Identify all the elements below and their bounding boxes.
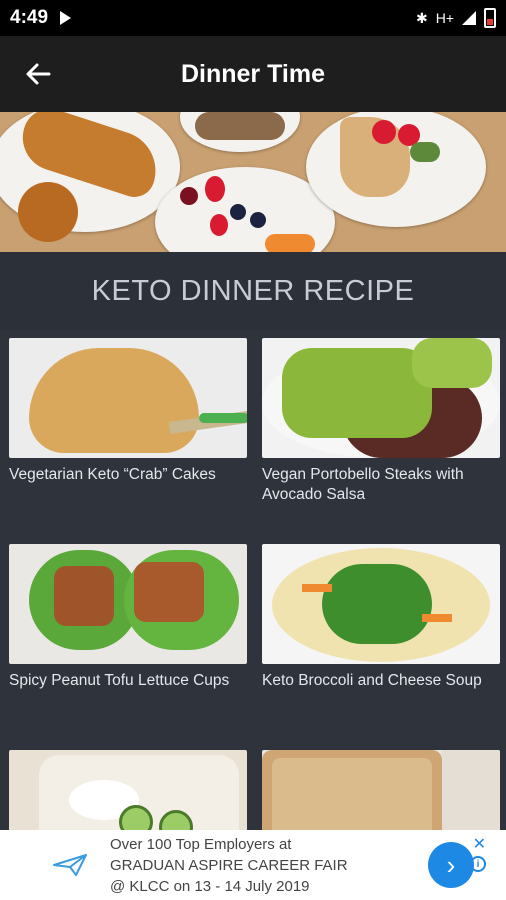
ad-close-button[interactable]: ✕: [473, 834, 486, 854]
recipe-title: Vegan Portobello Steaks with Avocado Sal…: [262, 466, 464, 503]
hero-image: [0, 112, 506, 252]
recipe-image: [262, 750, 500, 830]
ad-line-3: @ KLCC on 13 - 14 July 2019: [110, 877, 310, 895]
network-type: H+: [435, 10, 454, 26]
recipe-title: Vegetarian Keto “Crab” Cakes: [9, 466, 216, 483]
section-title: KETO DINNER RECIPE: [0, 252, 506, 330]
ad-info-icon[interactable]: i: [470, 856, 486, 872]
status-bar: 4:49 ✱ H+: [0, 0, 506, 36]
back-button[interactable]: [0, 36, 76, 112]
recipe-image: [9, 544, 247, 664]
bluetooth-icon: ✱: [415, 9, 428, 26]
ad-content[interactable]: Over 100 Top Employers at GRADUAN ASPIRE…: [30, 830, 480, 900]
recipe-image: [262, 544, 500, 664]
recipe-image: [9, 750, 247, 830]
ad-go-button[interactable]: ›: [428, 842, 474, 888]
status-icons: ✱ H+: [416, 8, 496, 28]
recipe-image: [9, 338, 247, 458]
play-icon: [60, 11, 72, 25]
recipe-image: [262, 338, 500, 458]
recipe-grid[interactable]: Vegetarian Keto “Crab” Cakes Vegan Porto…: [0, 330, 506, 830]
chevron-right-icon: ›: [446, 849, 456, 880]
signal-icon: [462, 11, 476, 25]
ad-text: Over 100 Top Employers at GRADUAN ASPIRE…: [110, 834, 428, 897]
recipe-card[interactable]: [9, 750, 247, 830]
recipe-title: Keto Broccoli and Cheese Soup: [262, 672, 482, 689]
app-bar: Dinner Time: [0, 36, 506, 112]
recipe-card[interactable]: Spicy Peanut Tofu Lettuce Cups: [9, 544, 247, 691]
recipe-card[interactable]: [262, 750, 500, 830]
ad-line-2: GRADUAN ASPIRE CAREER FAIR: [110, 856, 348, 874]
ad-line-1: Over 100 Top Employers at: [110, 835, 292, 853]
battery-icon: [484, 8, 496, 28]
recipe-card[interactable]: Keto Broccoli and Cheese Soup: [262, 544, 500, 691]
paper-plane-icon: [30, 853, 110, 877]
recipe-card[interactable]: Vegan Portobello Steaks with Avocado Sal…: [262, 338, 500, 505]
status-time: 4:49: [10, 7, 49, 28]
recipe-card[interactable]: Vegetarian Keto “Crab” Cakes: [9, 338, 247, 485]
recipe-title: Spicy Peanut Tofu Lettuce Cups: [9, 672, 230, 689]
ad-banner[interactable]: Over 100 Top Employers at GRADUAN ASPIRE…: [0, 830, 506, 900]
arrow-left-icon: [26, 63, 51, 85]
